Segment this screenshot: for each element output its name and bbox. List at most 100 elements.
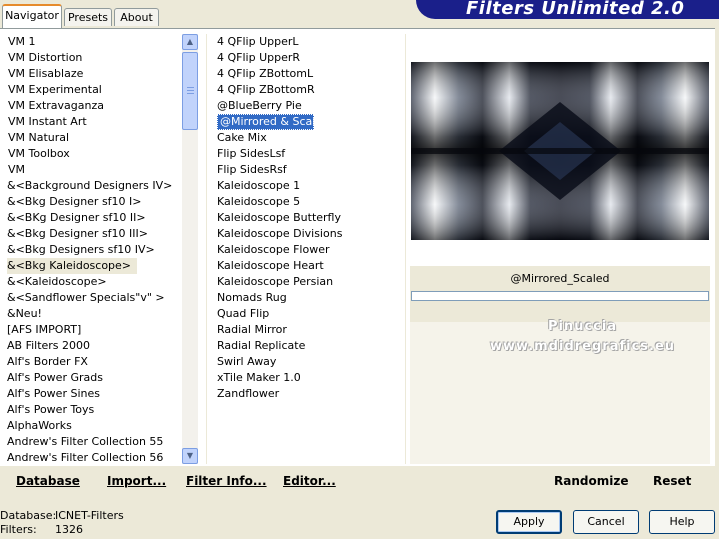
category-item[interactable]: &<Kaleidoscope>	[7, 274, 180, 290]
filter-item[interactable]: Swirl Away	[215, 354, 405, 370]
filter-item[interactable]: Flip SidesRsf	[215, 162, 405, 178]
filter-item[interactable]: 4 QFlip UpperL	[215, 34, 405, 50]
filter-label: Swirl Away	[217, 355, 277, 368]
category-item[interactable]: &<BKg Designer sf10 II>	[7, 210, 180, 226]
preview-filter-name: @Mirrored_Scaled	[510, 272, 610, 285]
category-item[interactable]: &<Bkg Designer sf10 III>	[7, 226, 180, 242]
category-label: AlphaWorks	[7, 419, 72, 432]
category-list[interactable]: VM 1 VM Distortion VM Elisablaze VM Experim…	[7, 34, 180, 466]
filter-label: Kaleidoscope Flower	[217, 243, 330, 256]
info-row	[410, 448, 710, 465]
category-item[interactable]: Andrew's Filter Collection 56	[7, 450, 180, 466]
cancel-button[interactable]: Cancel	[573, 510, 639, 534]
tab-navigator[interactable]: Navigator	[2, 4, 62, 28]
filter-item[interactable]: xTile Maker 1.0	[215, 370, 405, 386]
category-item[interactable]: Alf's Power Sines	[7, 386, 180, 402]
category-label: VM Experimental	[8, 83, 102, 96]
category-label: VM Natural	[8, 131, 70, 144]
category-item[interactable]: Alf's Border FX	[7, 354, 180, 370]
category-item[interactable]: AB Filters 2000	[7, 338, 180, 354]
category-item[interactable]: AlphaWorks	[7, 418, 180, 434]
category-label: Andrew's Filter Collection 55	[7, 435, 164, 448]
grip-line	[187, 93, 194, 94]
category-item[interactable]: &<Bkg Designer sf10 I>	[7, 194, 180, 210]
filter-item[interactable]: 4 QFlip ZBottomR	[215, 82, 405, 98]
filter-item-selected[interactable]: @Mirrored & Scaled	[215, 114, 405, 130]
category-item-selected[interactable]: &<Bkg Kaleidoscope>	[7, 258, 180, 274]
category-item[interactable]: Andrew's Filter Collection 55	[7, 434, 180, 450]
import-button[interactable]: Import...	[107, 474, 166, 488]
category-item[interactable]: VM Experimental	[8, 82, 180, 98]
filter-item[interactable]: Flip SidesLsf	[215, 146, 405, 162]
filter-label: @BlueBerry Pie	[217, 99, 302, 112]
filter-item[interactable]: Quad Flip	[215, 306, 405, 322]
category-label: &<Background Designers IV>	[7, 179, 173, 192]
category-item[interactable]: VM Distortion	[8, 50, 180, 66]
category-scrollbar[interactable]: ▲ ▼	[182, 34, 198, 464]
filter-item[interactable]: Kaleidoscope Heart	[215, 258, 405, 274]
filter-label: Radial Replicate	[217, 339, 306, 352]
category-item[interactable]: VM Toolbox	[8, 146, 180, 162]
category-label: VM Instant Art	[8, 115, 87, 128]
category-item[interactable]: Alf's Power Grads	[7, 370, 180, 386]
filter-label: Nomads Rug	[217, 291, 287, 304]
filter-item[interactable]: Radial Replicate	[215, 338, 405, 354]
filter-label: xTile Maker 1.0	[217, 371, 301, 384]
category-label: Andrew's Filter Collection 56	[7, 451, 164, 464]
category-label: VM Extravaganza	[8, 99, 105, 112]
scroll-up-arrow-icon[interactable]: ▲	[182, 34, 198, 50]
category-label: Alf's Border FX	[7, 355, 88, 368]
filter-item[interactable]: Radial Mirror	[215, 322, 405, 338]
filter-label: Kaleidoscope Butterfly	[217, 211, 341, 224]
filter-item[interactable]: Kaleidoscope 1	[215, 178, 405, 194]
filter-label: 4 QFlip UpperL	[217, 35, 299, 48]
tab-about[interactable]: About	[114, 8, 159, 26]
editor-button[interactable]: Editor...	[283, 474, 336, 488]
filter-item[interactable]: Kaleidoscope Flower	[215, 242, 405, 258]
scrollbar-thumb[interactable]	[182, 52, 198, 130]
category-item[interactable]: &<Background Designers IV>	[7, 178, 180, 194]
category-item[interactable]: VM Instant Art	[8, 114, 180, 130]
category-item[interactable]: &Neu!	[7, 306, 180, 322]
filter-label: Kaleidoscope 1	[217, 179, 301, 192]
category-item[interactable]: &<Bkg Designers sf10 IV>	[7, 242, 180, 258]
filter-item[interactable]: Cake Mix	[215, 130, 405, 146]
category-item[interactable]: VM 1	[8, 34, 180, 50]
category-item[interactable]: VM	[8, 162, 180, 178]
help-button[interactable]: Help	[649, 510, 715, 534]
category-item[interactable]: &<Sandflower Specials"v" >	[7, 290, 180, 306]
filter-item[interactable]: 4 QFlip UpperR	[215, 50, 405, 66]
column-divider	[206, 34, 207, 464]
randomize-button[interactable]: Randomize	[554, 474, 628, 488]
filter-label: 4 QFlip UpperR	[217, 51, 301, 64]
reset-button[interactable]: Reset	[653, 474, 691, 488]
filter-label: Flip SidesLsf	[217, 147, 286, 160]
category-item[interactable]: VM Natural	[8, 130, 180, 146]
filter-item[interactable]: Zandflower	[215, 386, 405, 402]
scroll-down-arrow-icon[interactable]: ▼	[182, 448, 198, 464]
filter-item[interactable]: Kaleidoscope Butterfly	[215, 210, 405, 226]
watermark-url: www.mdidregrafics.eu	[490, 339, 676, 354]
category-label: &<Bkg Kaleidoscope>	[7, 258, 138, 274]
filter-label: Cake Mix	[217, 131, 267, 144]
filter-item[interactable]: Kaleidoscope 5	[215, 194, 405, 210]
category-item[interactable]: VM Elisablaze	[8, 66, 180, 82]
filter-label: 4 QFlip ZBottomL	[217, 67, 314, 80]
filter-label: Flip SidesRsf	[217, 163, 287, 176]
filter-label: @Mirrored & Scaled	[217, 114, 329, 130]
category-item[interactable]: VM Extravaganza	[8, 98, 180, 114]
database-button[interactable]: Database	[16, 474, 80, 488]
filter-info-button[interactable]: Filter Info...	[186, 474, 267, 488]
tab-presets[interactable]: Presets	[64, 8, 112, 26]
filter-item[interactable]: @BlueBerry Pie	[215, 98, 405, 114]
category-item[interactable]: [AFS IMPORT]	[7, 322, 180, 338]
apply-button[interactable]: Apply	[496, 510, 562, 534]
category-item[interactable]: Alf's Power Toys	[7, 402, 180, 418]
filter-item[interactable]: Kaleidoscope Persian	[215, 274, 405, 290]
filter-list[interactable]: 4 QFlip UpperL 4 QFlip UpperR 4 QFlip ZBot…	[215, 34, 405, 402]
filter-item[interactable]: 4 QFlip ZBottomL	[215, 66, 405, 82]
app-title: Filters Unlimited 2.0	[466, 0, 685, 19]
grip-line	[187, 90, 194, 91]
filter-item[interactable]: Kaleidoscope Divisions	[215, 226, 405, 242]
filter-item[interactable]: Nomads Rug	[215, 290, 405, 306]
